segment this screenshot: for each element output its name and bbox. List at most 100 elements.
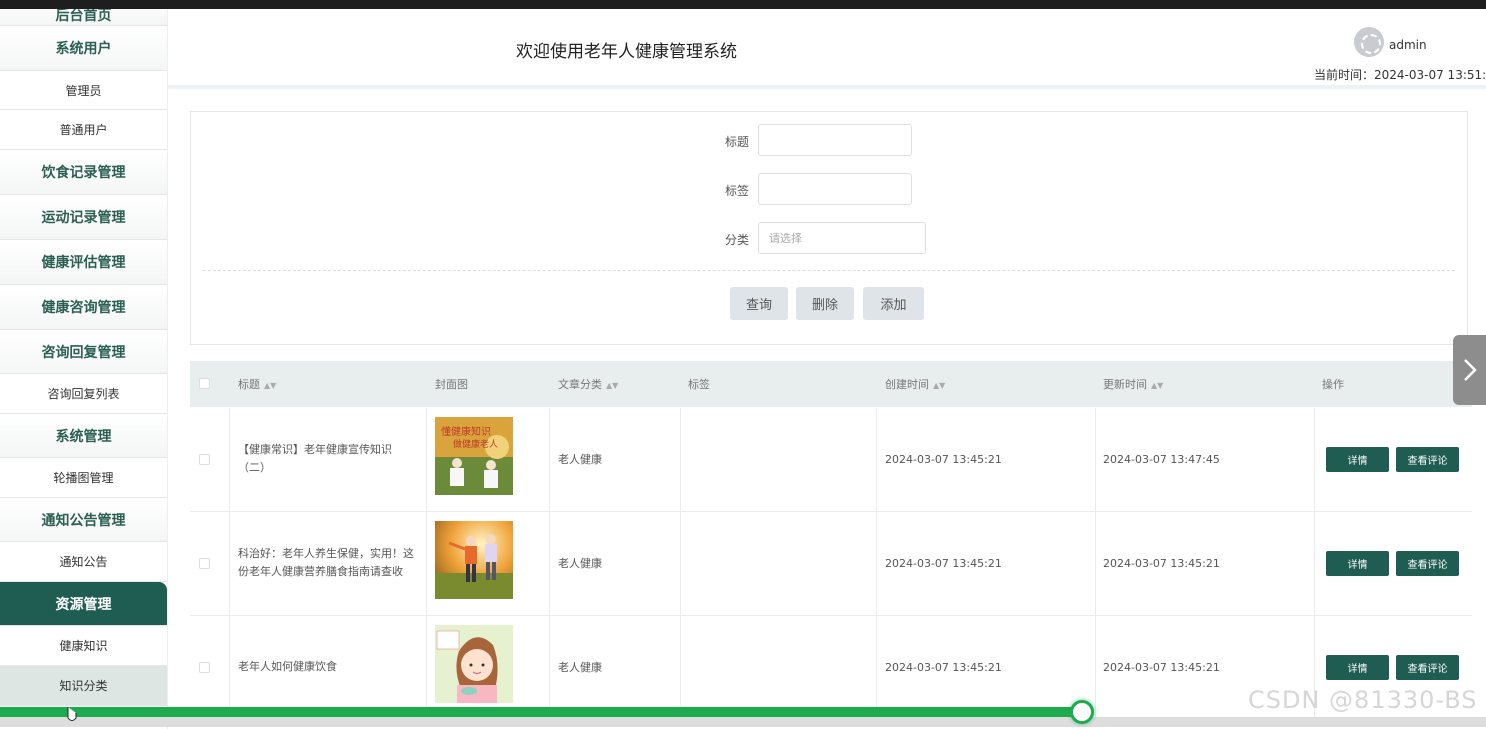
sidebar-item-notice-manage[interactable]: 通知公告管理 xyxy=(0,498,167,542)
column-header-updated[interactable]: 更新时间 ▲▼ xyxy=(1103,376,1163,392)
column-header-created[interactable]: 创建时间 ▲▼ xyxy=(885,376,945,392)
row-created: 2024-03-07 13:45:21 xyxy=(885,453,1002,466)
view-comments-button[interactable]: 查看评论 xyxy=(1396,655,1459,680)
sidebar-item-label: 管理员 xyxy=(65,83,102,98)
column-header-tag: 标签 xyxy=(688,378,710,391)
video-progress-fill xyxy=(0,707,1082,717)
sidebar-item-label: 健康咨询管理 xyxy=(41,300,126,316)
sidebar-item-exercise-records[interactable]: 运动记录管理 xyxy=(0,195,167,240)
row-checkbox[interactable] xyxy=(199,662,210,673)
add-button[interactable]: 添加 xyxy=(863,287,924,320)
search-divider xyxy=(203,270,1455,271)
sidebar-item-label: 资源管理 xyxy=(55,596,112,613)
watermark: CSDN @81330-BS xyxy=(1248,686,1478,714)
column-header-actions: 操作 xyxy=(1322,378,1344,391)
title-label: 标题 xyxy=(725,135,750,149)
sidebar-item-label: 系统管理 xyxy=(55,428,112,445)
sidebar-item-admins[interactable]: 管理员 xyxy=(0,71,167,110)
row-updated: 2024-03-07 13:45:21 xyxy=(1103,661,1220,674)
cursor-icon xyxy=(67,707,77,721)
delete-button[interactable]: 删除 xyxy=(796,287,854,320)
svg-text:做健康老人: 做健康老人 xyxy=(453,438,498,450)
sidebar-item-system-manage[interactable]: 系统管理 xyxy=(0,414,167,458)
chevron-right-icon xyxy=(1463,359,1477,381)
video-progress-handle[interactable] xyxy=(1070,700,1094,724)
view-comments-button[interactable]: 查看评论 xyxy=(1396,447,1459,472)
row-checkbox[interactable] xyxy=(199,454,210,465)
sidebar-item-notice[interactable]: 通知公告 xyxy=(0,542,167,582)
row-created: 2024-03-07 13:45:21 xyxy=(885,557,1002,570)
sidebar-item-system-users[interactable]: 系统用户 xyxy=(0,26,167,71)
next-arrow-button[interactable] xyxy=(1453,335,1486,405)
query-button[interactable]: 查询 xyxy=(730,287,788,320)
row-updated: 2024-03-07 13:45:21 xyxy=(1103,557,1220,570)
detail-button[interactable]: 详情 xyxy=(1326,447,1389,472)
sidebar-item-consult-reply-list[interactable]: 咨询回复列表 xyxy=(0,374,167,414)
sidebar-item-label: 健康知识 xyxy=(59,639,108,653)
tag-input[interactable] xyxy=(758,173,912,205)
table-row: 【健康常识】老年健康宣传知识（二） 懂健康知识 做健康老人 老人健康 2024-… xyxy=(190,408,1472,512)
row-category: 老人健康 xyxy=(558,453,602,466)
sort-icon[interactable]: ▲▼ xyxy=(606,381,618,390)
table-header: 标题 ▲▼ 封面图 文章分类 ▲▼ 标签 创建时间 ▲▼ 更新时间 ▲▼ 操作 xyxy=(190,361,1472,407)
view-comments-button[interactable]: 查看评论 xyxy=(1396,551,1459,576)
username[interactable]: admin xyxy=(1389,38,1427,52)
sidebar-item-label: 饮食记录管理 xyxy=(41,165,126,181)
sidebar-item-label: 通知公告管理 xyxy=(41,512,126,529)
row-created: 2024-03-07 13:45:21 xyxy=(885,661,1002,674)
detail-button[interactable]: 详情 xyxy=(1326,551,1389,576)
row-category: 老人健康 xyxy=(558,557,602,570)
sidebar-item-resource-manage[interactable]: 资源管理 xyxy=(0,582,167,626)
cover-image xyxy=(435,625,513,703)
column-header-category[interactable]: 文章分类 ▲▼ xyxy=(558,376,618,392)
column-header-title[interactable]: 标题 ▲▼ xyxy=(238,376,276,392)
cover-image: 懂健康知识 做健康老人 xyxy=(435,417,513,495)
row-updated: 2024-03-07 13:47:45 xyxy=(1103,453,1220,466)
row-title: 【健康常识】老年健康宣传知识（二） xyxy=(238,443,392,474)
column-header-cover: 封面图 xyxy=(435,378,468,391)
title-input[interactable] xyxy=(758,124,912,156)
video-progress-track[interactable] xyxy=(0,717,1486,727)
sidebar-item-diet-records[interactable]: 饮食记录管理 xyxy=(0,150,167,195)
category-select[interactable]: 请选择 xyxy=(758,222,926,254)
current-time: 当前时间：2024-03-07 13:51:1 xyxy=(1314,68,1486,82)
sidebar-item-label: 轮播图管理 xyxy=(53,471,114,485)
sidebar-item-label: 咨询回复列表 xyxy=(47,387,120,401)
row-checkbox[interactable] xyxy=(199,558,210,569)
header: 欢迎使用老年人健康管理系统 admin 当前时间：2024-03-07 13:5… xyxy=(168,9,1486,89)
sidebar-item-carousel[interactable]: 轮播图管理 xyxy=(0,458,167,498)
sidebar-item-consult-reply[interactable]: 咨询回复管理 xyxy=(0,330,167,374)
sort-icon[interactable]: ▲▼ xyxy=(1151,381,1163,390)
cover-image xyxy=(435,521,513,599)
column-header-label: 标题 xyxy=(238,378,260,391)
column-header-label: 文章分类 xyxy=(558,378,602,391)
sidebar: 后台首页 系统用户 管理员 普通用户 饮食记录管理 运动记录管理 健康评估管理 … xyxy=(0,9,168,729)
sidebar-item-knowledge-category[interactable]: 知识分类 xyxy=(0,666,167,706)
table-row: 科治好：老年人养生保健，实用！这份老年人健康营养膳食指南请查收 老人健康 202… xyxy=(190,512,1472,616)
sidebar-item-health-assessment[interactable]: 健康评估管理 xyxy=(0,240,167,285)
sidebar-item-label: 系统用户 xyxy=(55,41,112,57)
sidebar-item-health-knowledge[interactable]: 健康知识 xyxy=(0,626,167,666)
sidebar-item-home[interactable]: 后台首页 xyxy=(0,9,167,26)
row-category: 老人健康 xyxy=(558,661,602,674)
window-top-bar xyxy=(0,0,1486,9)
column-header-label: 更新时间 xyxy=(1103,378,1147,391)
page-title: 欢迎使用老年人健康管理系统 xyxy=(516,42,737,62)
sidebar-item-label: 后台首页 xyxy=(55,9,112,24)
category-placeholder: 请选择 xyxy=(769,232,802,245)
svg-text:懂健康知识: 懂健康知识 xyxy=(441,425,491,438)
column-header-label: 创建时间 xyxy=(885,378,929,391)
row-title: 科治好：老年人养生保健，实用！这份老年人健康营养膳食指南请查收 xyxy=(238,547,414,578)
sidebar-item-label: 咨询回复管理 xyxy=(41,344,126,361)
sidebar-item-normal-users[interactable]: 普通用户 xyxy=(0,110,167,150)
sidebar-item-label: 运动记录管理 xyxy=(41,210,126,226)
sidebar-item-label: 普通用户 xyxy=(59,123,108,137)
sort-icon[interactable]: ▲▼ xyxy=(264,381,276,390)
sidebar-item-health-consult[interactable]: 健康咨询管理 xyxy=(0,285,167,330)
select-all-checkbox[interactable] xyxy=(199,378,210,389)
sidebar-item-label: 健康评估管理 xyxy=(41,255,126,271)
sort-icon[interactable]: ▲▼ xyxy=(933,381,945,390)
detail-button[interactable]: 详情 xyxy=(1326,655,1389,680)
avatar[interactable] xyxy=(1354,27,1384,57)
sidebar-item-label: 通知公告 xyxy=(59,555,108,569)
